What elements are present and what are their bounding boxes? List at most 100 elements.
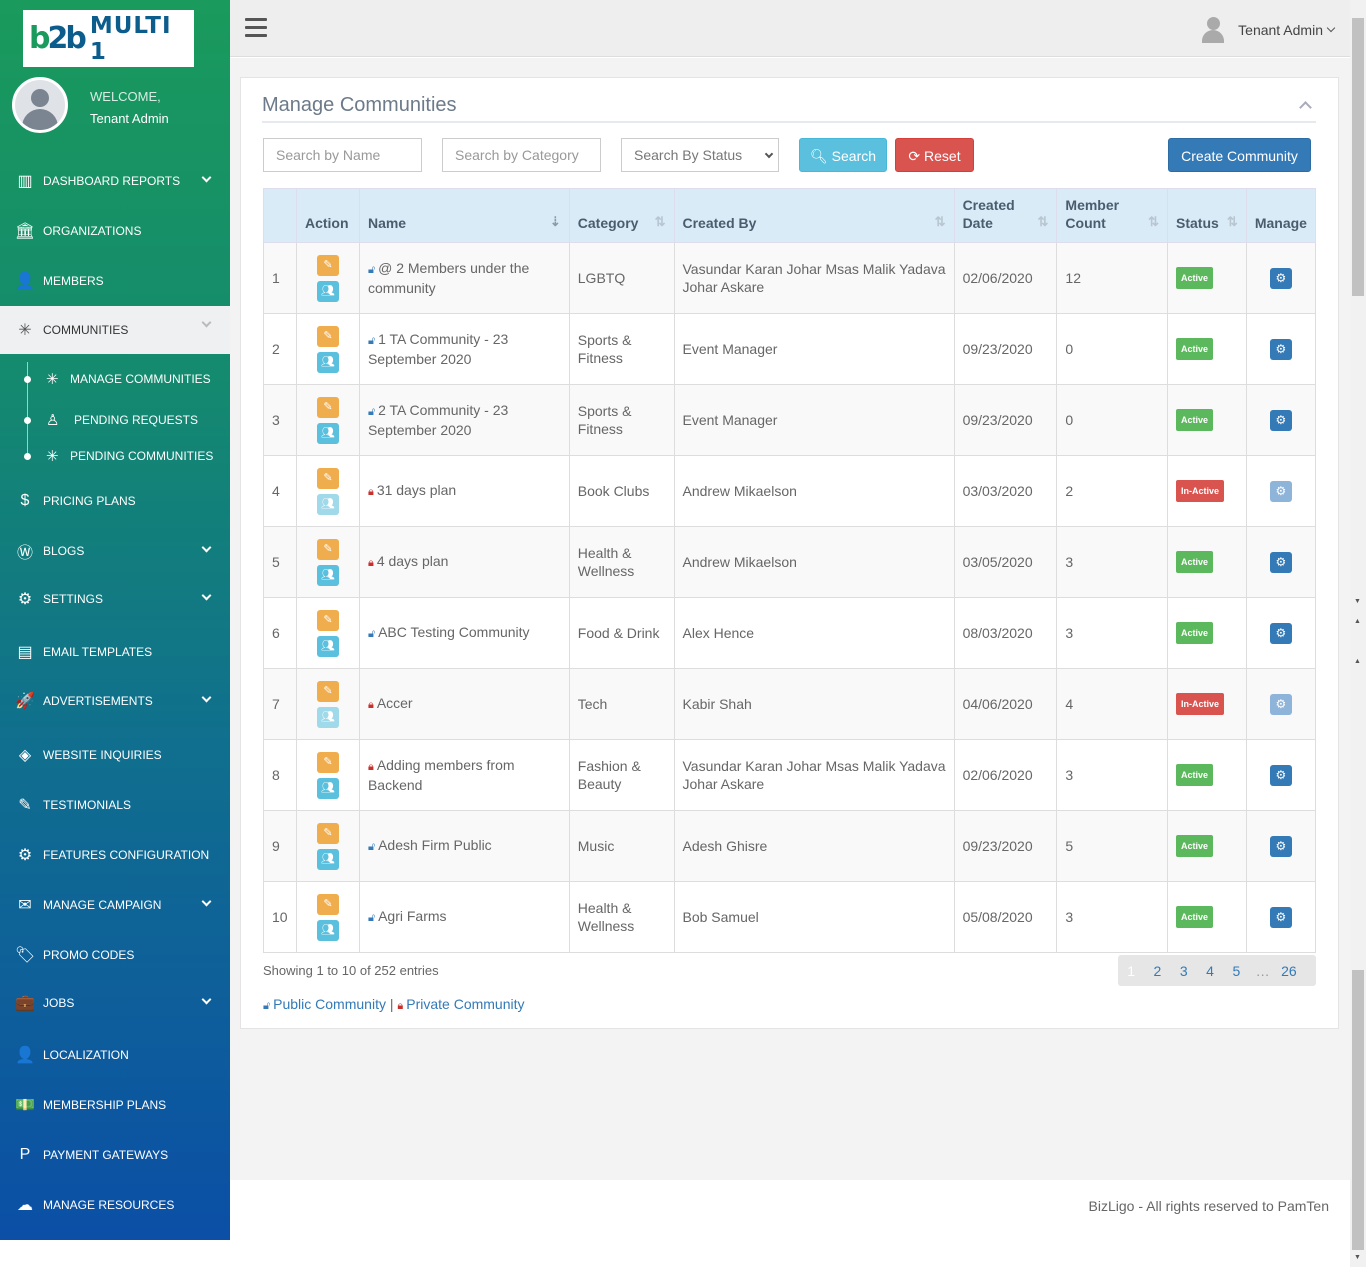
gear-icon[interactable]: ⚙ [1269, 693, 1292, 715]
search-category-input[interactable]: Search by Category [442, 138, 601, 172]
col-name[interactable]: Name ⇣ [358, 188, 570, 243]
edit-icon[interactable]: ✎ [316, 538, 339, 560]
sidebar-item-website-inquiries[interactable]: ◈ WEBSITE INQUIRIES [0, 735, 230, 775]
table-row: 2 ✎ 👥︎ 🔓︎ 1 TA Community - 23 September 2020… [263, 313, 1317, 385]
edit-icon[interactable]: ✎ [316, 396, 339, 418]
scrollbar-thumb[interactable] [1352, 18, 1364, 296]
sidebar-item-email-templates[interactable]: ▤ EMAIL TEMPLATES [0, 632, 230, 672]
edit-icon[interactable]: ✎ [316, 822, 339, 844]
page-link[interactable]: 3 [1171, 963, 1197, 979]
welcome-label: WELCOME, [90, 89, 161, 104]
lock-icon: 🔒︎ [367, 486, 374, 498]
edit-icon[interactable]: ✎ [316, 467, 339, 489]
sidebar-item-localization[interactable]: 👤 LOCALIZATION [0, 1035, 230, 1075]
reset-button-label: Reset [924, 148, 961, 164]
sidebar-item-pricing-plans[interactable]: $ PRICING PLANS [0, 481, 230, 521]
sidebar-subitem-pending-communities[interactable]: ✳ PENDING COMMUNITIES [0, 441, 230, 471]
hamburger-menu-icon[interactable] [245, 18, 267, 38]
col-created-by[interactable]: Created By ⇅ [673, 188, 955, 243]
sidebar-item-promo-codes[interactable]: 🏷 PROMO CODES [0, 935, 230, 975]
create-community-button[interactable]: Create Community [1168, 138, 1311, 172]
search-button[interactable]: 🔍︎ Search [799, 138, 887, 172]
scroll-down-arrow-icon[interactable]: ▼ [1354, 598, 1361, 605]
status-badge: Active [1176, 835, 1214, 857]
members-icon[interactable]: 👥︎ [316, 706, 339, 728]
members-icon[interactable]: 👥︎ [316, 919, 339, 941]
page-link[interactable]: 5 [1223, 963, 1249, 979]
gear-icon[interactable]: ⚙ [1269, 480, 1292, 502]
sidebar-item-blogs[interactable]: Ⓦ BLOGS [0, 531, 230, 571]
sidebar-item-dashboard-reports[interactable]: ▥ DASHBOARD REPORTS [0, 161, 230, 201]
edit-icon[interactable]: ✎ [316, 680, 339, 702]
col-created-date[interactable]: Created Date ⇅ [953, 188, 1058, 243]
scroll-down-arrow-icon[interactable]: ▼ [1354, 1254, 1361, 1261]
page-link[interactable]: 26 [1276, 963, 1302, 979]
gear-icon[interactable]: ⚙ [1269, 835, 1292, 857]
gear-icon[interactable]: ⚙ [1269, 764, 1292, 786]
edit-icon[interactable]: ✎ [316, 893, 339, 915]
legend-private: Private Community [406, 996, 525, 1012]
row-name[interactable]: 🔒︎ Adding members from Backend [358, 739, 570, 811]
status-select[interactable]: Search By Status [621, 138, 779, 172]
row-name[interactable]: 🔒︎ 4 days plan [358, 526, 570, 598]
row-index: 8 [263, 739, 297, 811]
sidebar-item-manage-resources[interactable]: ☁ MANAGE RESOURCES [0, 1185, 230, 1225]
page-scrollbar[interactable]: ▼ ▲ ▲ ▼ [1350, 0, 1366, 1267]
sidebar-item-organizations[interactable]: 🏛 ORGANIZATIONS [0, 211, 230, 251]
row-name[interactable]: 🔓︎ Adesh Firm Public [358, 810, 570, 882]
chevron-up-icon[interactable] [1299, 101, 1312, 114]
row-manage: ⚙ [1245, 455, 1317, 527]
members-icon[interactable]: 👥︎ [316, 635, 339, 657]
gear-icon[interactable]: ⚙ [1269, 622, 1292, 644]
row-name[interactable]: 🔓︎ @ 2 Members under the community [358, 242, 570, 314]
row-name[interactable]: 🔓︎ ABC Testing Community [358, 597, 570, 669]
reset-button[interactable]: ⟳ Reset [895, 138, 974, 172]
sidebar-item-communities[interactable]: ✳ COMMUNITIES [0, 306, 230, 354]
edit-icon[interactable]: ✎ [316, 609, 339, 631]
sidebar-item-advertisements[interactable]: 🚀 ADVERTISEMENTS [0, 681, 230, 721]
members-icon[interactable]: 👥︎ [316, 777, 339, 799]
members-icon[interactable]: 👥︎ [316, 280, 339, 302]
sidebar-item-features-configuration[interactable]: ⚙ FEATURES CONFIGURATION [0, 835, 230, 875]
members-icon[interactable]: 👥︎ [316, 493, 339, 515]
row-name[interactable]: 🔓︎ 2 TA Community - 23 September 2020 [358, 384, 570, 456]
page-link[interactable]: 2 [1144, 963, 1170, 979]
col-member-count[interactable]: Member Count ⇅ [1056, 188, 1169, 243]
sidebar-item-manage-campaign[interactable]: ✉ MANAGE CAMPAIGN [0, 885, 230, 925]
row-name[interactable]: 🔓︎ Agri Farms [358, 881, 570, 953]
sidebar-item-jobs[interactable]: 💼 JOBS [0, 983, 230, 1023]
page-link[interactable]: 1 [1118, 963, 1144, 979]
members-icon[interactable]: 👥︎ [316, 848, 339, 870]
page-link[interactable]: 4 [1197, 963, 1223, 979]
edit-icon[interactable]: ✎ [316, 751, 339, 773]
footer: BizLigo - All rights reserved to PamTen [230, 1180, 1350, 1240]
col-category[interactable]: Category ⇅ [568, 188, 675, 243]
sidebar-item-settings[interactable]: ⚙ SETTINGS [0, 579, 230, 619]
edit-icon[interactable]: ✎ [316, 325, 339, 347]
sidebar-item-members[interactable]: 👤 MEMBERS [0, 261, 230, 301]
row-name[interactable]: 🔓︎ 1 TA Community - 23 September 2020 [358, 313, 570, 385]
sidebar-item-testimonials[interactable]: ✎ TESTIMONIALS [0, 785, 230, 825]
members-icon[interactable]: 👥︎ [316, 422, 339, 444]
sidebar-subitem-manage-communities[interactable]: ✳ MANAGE COMMUNITIES [0, 364, 230, 394]
row-name[interactable]: 🔒︎ 31 days plan [358, 455, 570, 527]
row-name[interactable]: 🔒︎ Accer [358, 668, 570, 740]
scrollbar-thumb-lower[interactable] [1352, 970, 1364, 1250]
members-icon[interactable]: 👥︎ [316, 351, 339, 373]
sidebar-item-payment-gateways[interactable]: P PAYMENT GATEWAYS [0, 1135, 230, 1175]
user-menu[interactable]: Tenant Admin [1202, 17, 1336, 43]
scroll-up-arrow-icon[interactable]: ▲ [1354, 658, 1361, 665]
scroll-up-arrow-icon[interactable]: ▲ [1354, 618, 1361, 625]
sidebar-item-membership-plans[interactable]: 💵 MEMBERSHIP PLANS [0, 1085, 230, 1125]
members-icon[interactable]: 👥︎ [316, 564, 339, 586]
edit-icon[interactable]: ✎ [316, 254, 339, 276]
gear-icon[interactable]: ⚙ [1269, 551, 1292, 573]
gear-icon[interactable]: ⚙ [1269, 338, 1292, 360]
sidebar-subitem-pending-requests[interactable]: ♙ PENDING REQUESTS [0, 405, 230, 435]
col-status[interactable]: Status ⇅ [1167, 188, 1247, 243]
gear-icon[interactable]: ⚙ [1269, 267, 1292, 289]
gear-icon[interactable]: ⚙ [1269, 906, 1292, 928]
search-name-input[interactable]: Search by Name [263, 138, 422, 172]
brand-logo[interactable]: b2b MULTI 1 [23, 10, 194, 67]
gear-icon[interactable]: ⚙ [1269, 409, 1292, 431]
